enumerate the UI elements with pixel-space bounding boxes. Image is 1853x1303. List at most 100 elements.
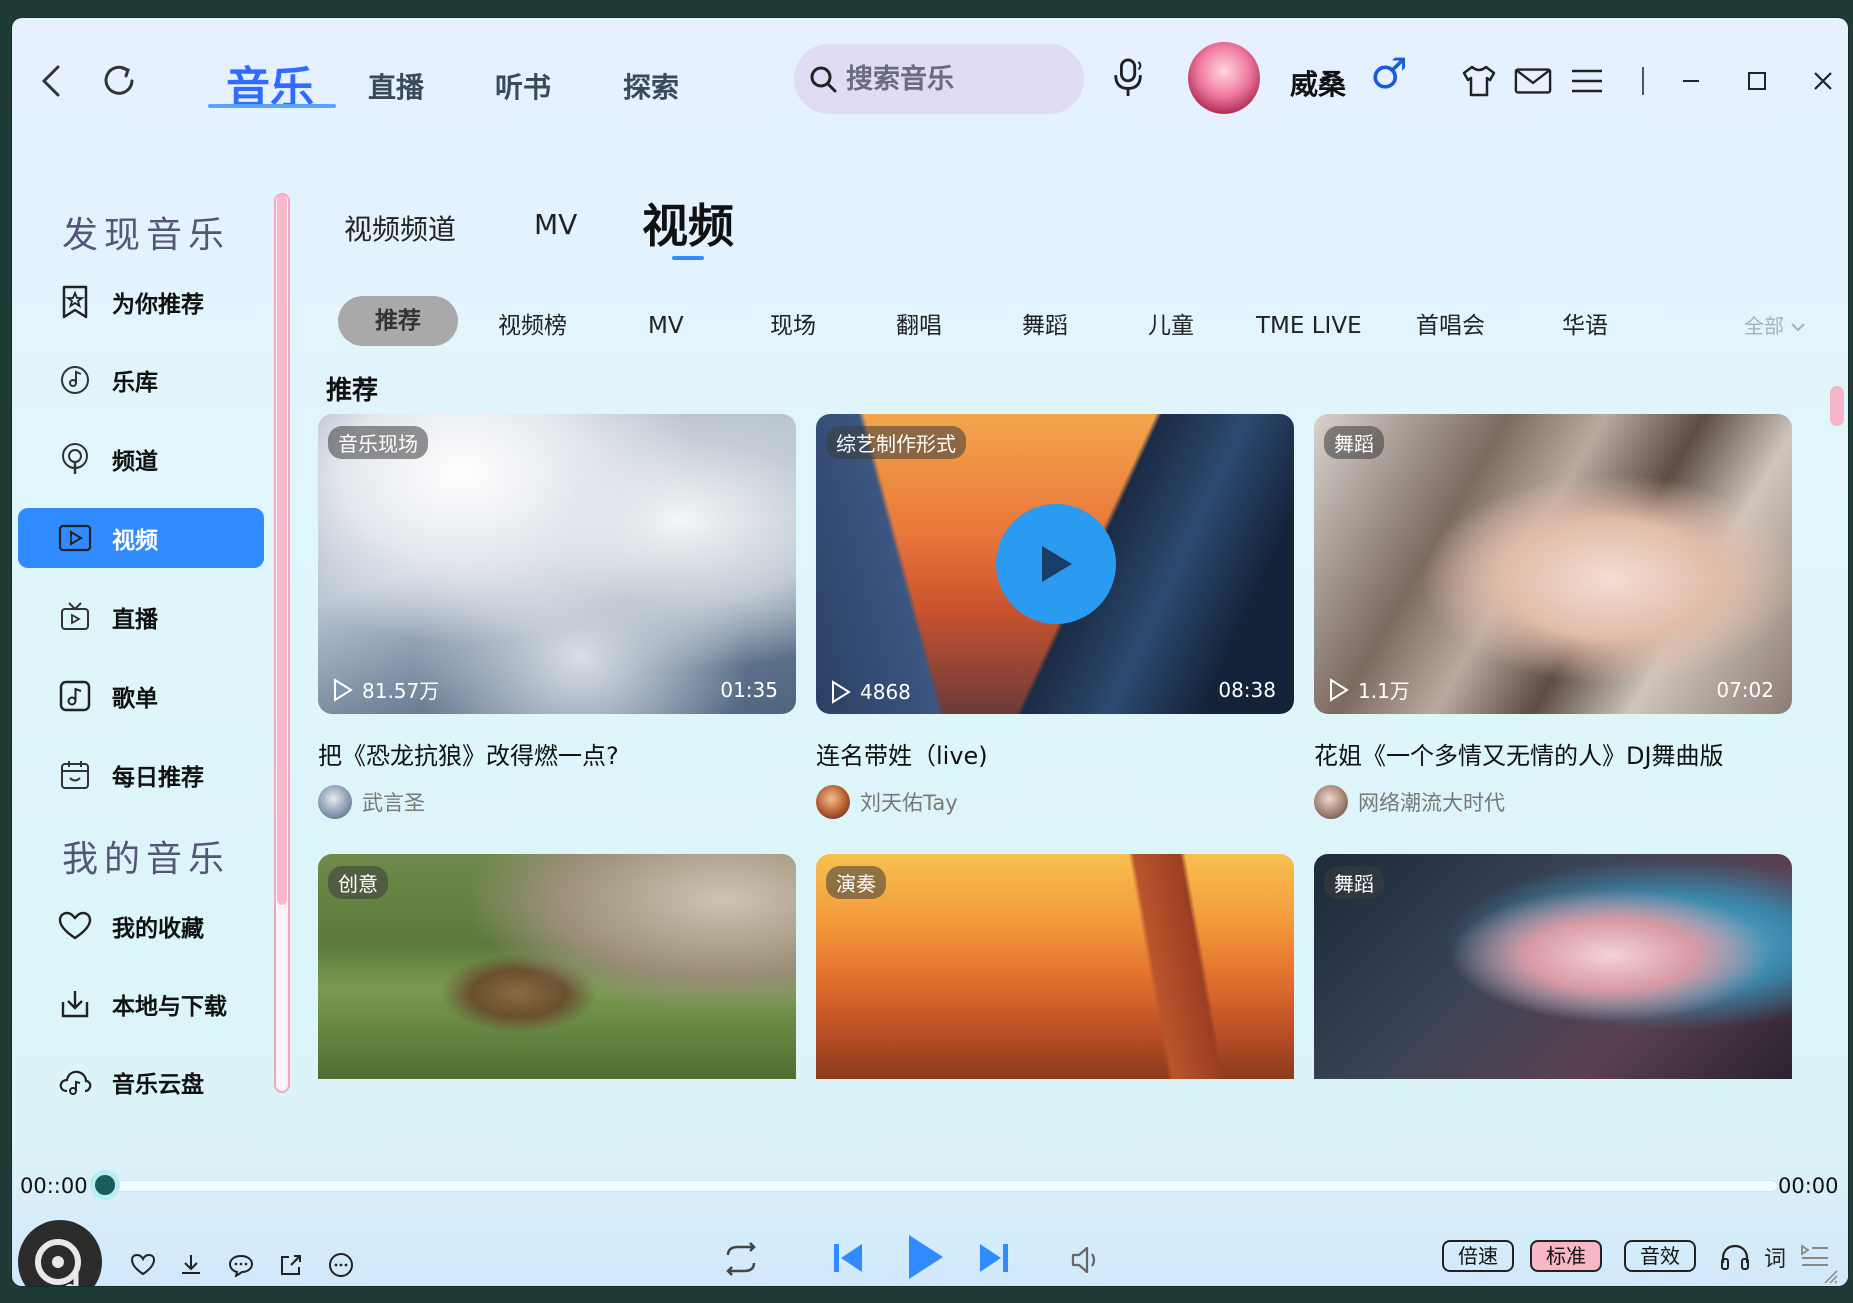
category-live[interactable]: 现场 [770, 306, 816, 346]
speed-button[interactable]: 倍速 [1442, 1240, 1514, 1272]
search-input[interactable] [846, 63, 1076, 95]
sidebar-item-video[interactable]: 视频 [18, 508, 264, 568]
video-author[interactable]: 武言圣 [318, 785, 796, 819]
minimize-button[interactable] [1672, 62, 1710, 100]
share-button[interactable] [276, 1250, 306, 1280]
video-tag: 舞蹈 [1324, 426, 1384, 459]
play-pause-button[interactable] [892, 1224, 958, 1286]
tab-live[interactable]: 直播 [368, 66, 424, 106]
category-recommend[interactable]: 推荐 [338, 296, 458, 346]
maximize-button[interactable] [1738, 62, 1776, 100]
video-thumbnail[interactable]: 舞蹈 [1314, 854, 1792, 1079]
play-count-icon [334, 677, 353, 702]
comment-button[interactable] [226, 1250, 256, 1280]
sidebar-item-live[interactable]: 直播 [18, 587, 264, 647]
sidebar-item-downloads[interactable]: 本地与下载 [18, 974, 264, 1034]
next-button[interactable] [970, 1234, 1018, 1282]
username[interactable]: 威桑 [1290, 63, 1346, 103]
quality-button[interactable]: 标准 [1530, 1240, 1602, 1272]
sidebar-item-recommend[interactable]: 为你推荐 [18, 272, 264, 332]
category-dance[interactable]: 舞蹈 [1022, 306, 1068, 346]
category-cover[interactable]: 翻唱 [896, 306, 942, 346]
resize-grip[interactable] [1820, 1266, 1840, 1286]
voice-search-button[interactable] [1110, 58, 1148, 96]
sidebar-item-label: 频道 [112, 449, 158, 475]
sidebar-item-label: 本地与下载 [112, 994, 227, 1020]
play-overlay-button[interactable] [996, 504, 1116, 624]
skin-button[interactable] [1460, 62, 1498, 100]
close-button[interactable] [1804, 62, 1842, 100]
sidebar-item-playlist[interactable]: 歌单 [18, 666, 264, 726]
cloud-music-icon [58, 1065, 92, 1099]
section-my-music: 我的音乐 [62, 839, 231, 880]
sound-effect-button[interactable]: 音效 [1624, 1240, 1696, 1272]
progress-knob[interactable] [90, 1170, 120, 1200]
tab-audiobook[interactable]: 听书 [495, 66, 551, 106]
search-icon [810, 66, 837, 93]
video-title[interactable]: 把《恐龙抗狼》改得燃一点? [318, 736, 796, 771]
video-card[interactable]: 音乐现场 81.57万 01:35 把《恐龙抗狼》改得燃一点? 武言圣 [318, 414, 796, 819]
refresh-button[interactable] [94, 56, 144, 106]
user-avatar[interactable] [1188, 42, 1260, 114]
sidebar-item-daily[interactable]: 每日推荐 [18, 745, 264, 805]
subtab-video-channel[interactable]: 视频频道 [344, 208, 456, 248]
video-author[interactable]: 刘天佑Tay [816, 785, 1294, 819]
video-tag: 舞蹈 [1324, 866, 1384, 899]
video-card[interactable]: 舞蹈 [1314, 854, 1792, 1079]
video-tag: 综艺制作形式 [826, 426, 966, 459]
search-box[interactable] [794, 44, 1084, 114]
note-icon [58, 679, 92, 713]
category-chinese[interactable]: 华语 [1562, 306, 1608, 346]
category-mv[interactable]: MV [648, 306, 684, 346]
sidebar-item-favorites[interactable]: 我的收藏 [18, 896, 264, 956]
video-thumbnail[interactable]: 舞蹈 1.1万 07:02 [1314, 414, 1792, 714]
album-disc[interactable] [18, 1220, 102, 1286]
download-button[interactable] [176, 1250, 206, 1280]
author-name: 网络潮流大时代 [1358, 791, 1505, 815]
video-title[interactable]: 花姐《一个多情又无情的人》DJ舞曲版 [1314, 736, 1792, 771]
content-scrollbar[interactable] [1830, 386, 1844, 426]
more-button[interactable] [326, 1250, 356, 1280]
volume-button[interactable] [1064, 1238, 1108, 1282]
sidebar-item-label: 音乐云盘 [112, 1072, 204, 1098]
skip-next-icon [980, 1244, 1008, 1272]
video-card[interactable]: 综艺制作形式 4868 08:38 连名带姓（live) 刘天佑Tay [816, 414, 1294, 819]
sidebar-item-cloud[interactable]: 音乐云盘 [18, 1052, 264, 1112]
video-card[interactable]: 创意 [318, 854, 796, 1079]
video-thumbnail[interactable]: 综艺制作形式 4868 08:38 [816, 414, 1294, 714]
category-video-chart[interactable]: 视频榜 [498, 306, 567, 346]
video-thumbnail[interactable]: 演奏 [816, 854, 1294, 1079]
video-card[interactable]: 演奏 [816, 854, 1294, 1079]
sidebar-scrollbar[interactable] [274, 193, 290, 1093]
music-disc-icon [35, 1239, 81, 1286]
video-card[interactable]: 舞蹈 1.1万 07:02 花姐《一个多情又无情的人》DJ舞曲版 网络潮流大时代 [1314, 414, 1792, 819]
video-title[interactable]: 连名带姓（live) [816, 736, 1294, 771]
subtab-video[interactable]: 视频 [642, 190, 734, 256]
like-button[interactable] [128, 1250, 158, 1280]
category-all-label: 全部 [1744, 314, 1784, 338]
category-all-dropdown[interactable]: 全部 [1744, 310, 1806, 339]
video-author[interactable]: 网络潮流大时代 [1314, 785, 1792, 819]
loop-mode-button[interactable] [718, 1236, 764, 1282]
video-duration: 08:38 [1218, 678, 1276, 702]
back-button[interactable] [26, 56, 76, 106]
sidebar-item-library[interactable]: 乐库 [18, 350, 264, 410]
category-kids[interactable]: 儿童 [1148, 306, 1194, 346]
play-count-icon [1330, 677, 1349, 702]
progress-bar[interactable] [104, 1180, 1778, 1192]
previous-button[interactable] [824, 1234, 872, 1282]
category-first-concert[interactable]: 首唱会 [1416, 306, 1485, 346]
speaker-icon [1071, 1246, 1096, 1274]
messages-button[interactable] [1514, 62, 1552, 100]
video-thumbnail[interactable]: 创意 [318, 854, 796, 1079]
menu-button[interactable] [1568, 62, 1606, 100]
heart-icon [130, 1253, 156, 1276]
lyrics-button[interactable]: 词 [1758, 1240, 1792, 1274]
listen-together-button[interactable] [1718, 1240, 1752, 1274]
subtab-mv[interactable]: MV [534, 208, 577, 241]
video-thumbnail[interactable]: 音乐现场 81.57万 01:35 [318, 414, 796, 714]
category-tme-live[interactable]: TME LIVE [1256, 306, 1362, 346]
sidebar-item-channel[interactable]: 频道 [18, 429, 264, 489]
tab-explore[interactable]: 探索 [623, 66, 679, 106]
sidebar-scroll-thumb[interactable] [277, 195, 287, 905]
